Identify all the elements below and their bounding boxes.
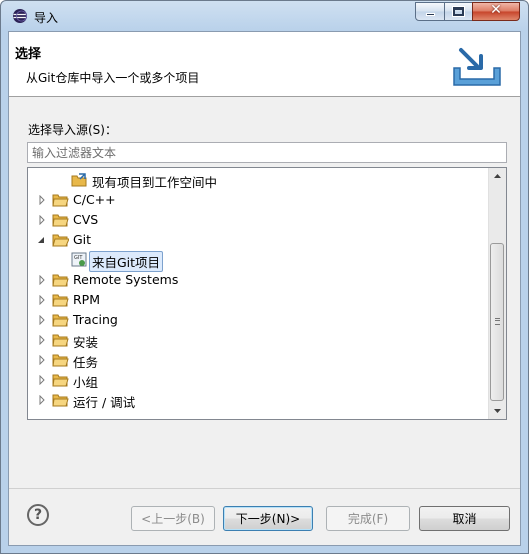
back-button[interactable]: <上一步(B) — [131, 506, 215, 531]
folder-icon — [52, 354, 69, 367]
page-title: 选择 — [15, 47, 42, 62]
tree-item-label: 任务 — [73, 355, 99, 370]
dialog-body: 选择 从Git仓库中导入一个或多个项目 选择导入源(S)： 现有项目到工作空间中 — [8, 31, 521, 546]
tree-item-run-debug[interactable]: 运行 / 调试 — [28, 390, 488, 410]
next-button[interactable]: 下一步(N)> — [223, 506, 313, 531]
page-description: 从Git仓库中导入一个或多个项目 — [26, 71, 200, 85]
tree-item-label: 安装 — [73, 335, 99, 350]
close-icon: ✕ — [490, 2, 502, 18]
grip-icon — [495, 318, 500, 325]
folder-icon — [52, 374, 69, 387]
folder-icon — [52, 334, 69, 347]
footer-divider — [9, 488, 520, 489]
project-import-icon — [71, 173, 87, 187]
filter-input[interactable] — [27, 142, 507, 163]
expand-arrow-icon[interactable] — [37, 395, 47, 405]
import-dialog: 导入 ✕ 选择 从Git仓库中导入一个或多个项目 选择导入源(S)： 输入过滤器… — [0, 0, 529, 554]
tree-item-cpp[interactable]: C/C++ — [28, 190, 488, 210]
title-bar[interactable]: 导入 ✕ — [1, 1, 528, 31]
minimize-button[interactable] — [415, 2, 445, 21]
expand-arrow-icon[interactable] — [37, 215, 47, 225]
tree-item-label: CVS — [73, 212, 99, 227]
folder-icon — [52, 274, 69, 287]
collapse-arrow-icon[interactable] — [36, 235, 46, 245]
tree-item-existing-projects[interactable]: 现有项目到工作空间中 — [28, 170, 488, 190]
expand-arrow-icon[interactable] — [37, 195, 47, 205]
tree-item-label: Remote Systems — [73, 272, 179, 287]
import-source-tree[interactable]: 现有项目到工作空间中 C/C++ CVS Git GIT 来自Git项目 Rem… — [27, 167, 507, 420]
tree-item-label: Git — [73, 232, 92, 247]
expand-arrow-icon[interactable] — [37, 375, 47, 385]
tree-item-label: C/C++ — [73, 192, 116, 207]
tree-item-label: 小组 — [73, 375, 99, 390]
import-wizard-icon — [453, 48, 501, 86]
finish-button[interactable]: 完成(F) — [326, 506, 410, 531]
tree-item-git[interactable]: Git — [28, 230, 488, 250]
close-button[interactable]: ✕ — [472, 2, 520, 21]
wizard-header: 选择 从Git仓库中导入一个或多个项目 — [9, 32, 520, 97]
eclipse-icon — [13, 9, 27, 23]
tree-item-label: 来自Git项目 — [89, 251, 164, 272]
scroll-down-icon[interactable] — [489, 402, 506, 419]
tree-item-tracing[interactable]: Tracing — [28, 310, 488, 330]
tree-item-rpm[interactable]: RPM — [28, 290, 488, 310]
cancel-button[interactable]: 取消 — [419, 506, 510, 531]
tree-item-label: 现有项目到工作空间中 — [92, 175, 218, 190]
window-title: 导入 — [34, 11, 59, 25]
folder-open-icon — [52, 234, 69, 247]
scroll-up-icon[interactable] — [489, 168, 506, 185]
folder-icon — [52, 294, 69, 307]
folder-icon — [52, 214, 69, 227]
git-project-icon: GIT — [71, 252, 87, 267]
scrollbar-thumb[interactable] — [490, 243, 504, 401]
tree-item-cvs[interactable]: CVS — [28, 210, 488, 230]
tree-item-label: RPM — [73, 292, 101, 307]
expand-arrow-icon[interactable] — [37, 295, 47, 305]
import-source-label: 选择导入源(S)： — [28, 123, 117, 137]
expand-arrow-icon[interactable] — [37, 315, 47, 325]
tree-item-label: Tracing — [73, 312, 118, 327]
expand-arrow-icon[interactable] — [37, 335, 47, 345]
tree-item-git-projects[interactable]: GIT 来自Git项目 — [28, 250, 488, 272]
folder-icon — [52, 394, 69, 407]
tree-item-remote-systems[interactable]: Remote Systems — [28, 270, 488, 290]
help-icon[interactable]: ? — [27, 504, 49, 526]
tree-item-tasks[interactable]: 任务 — [28, 350, 488, 370]
maximize-button[interactable] — [444, 2, 473, 21]
expand-arrow-icon[interactable] — [37, 355, 47, 365]
tree-item-label: 运行 / 调试 — [73, 395, 136, 410]
folder-icon — [52, 194, 69, 207]
folder-icon — [52, 314, 69, 327]
tree-scrollbar[interactable] — [488, 168, 506, 419]
tree-item-team[interactable]: 小组 — [28, 370, 488, 390]
tree-item-install[interactable]: 安装 — [28, 330, 488, 350]
expand-arrow-icon[interactable] — [37, 275, 47, 285]
